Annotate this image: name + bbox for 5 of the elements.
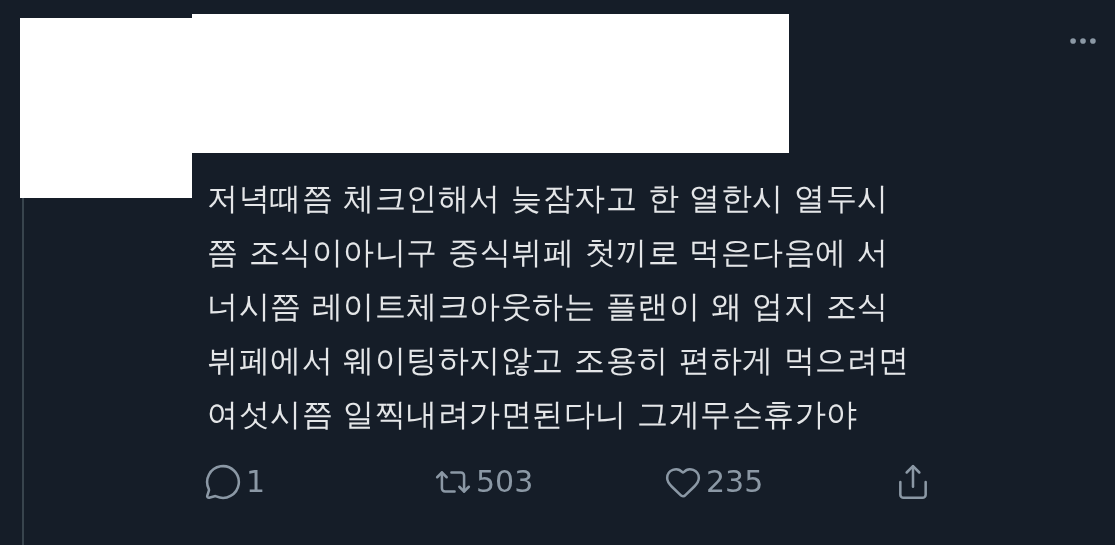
action-count: 503 <box>476 463 534 501</box>
comment-icon[interactable] <box>204 462 242 501</box>
action-count: 235 <box>706 463 764 501</box>
action-count: 1 <box>246 463 266 501</box>
tweet-text: 저녁때쯤 체크인해서 늦잠자고 한 열한시 열두시 쯤 조식이아니구 중식뷔페 첫끼로 먹은다음에 서 너시쯤 레이트체크아웃하는 플랜이 왜 업지 조식 뷔페에서 웨이팅하지않고 조용히 편하게 먹으려면 여섯시쯤 일찍내려가면된다니 그게무슨휴가야 <box>206 179 911 434</box>
